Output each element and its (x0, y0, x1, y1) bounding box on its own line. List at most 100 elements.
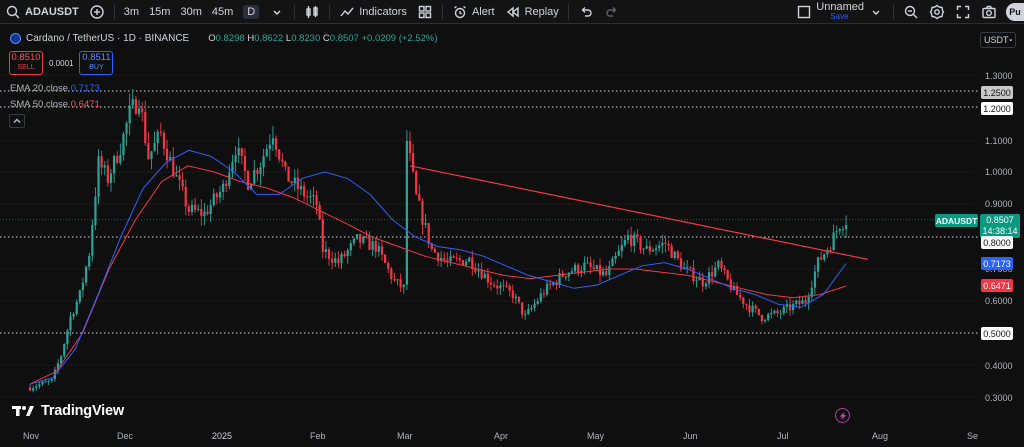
candle-body (159, 131, 162, 133)
symbol-title[interactable]: Cardano / TetherUS · 1D · BINANCE (26, 33, 189, 44)
candle-body (835, 231, 838, 233)
chart-type-button[interactable] (299, 0, 325, 24)
templates-button[interactable] (412, 0, 438, 24)
redo-button[interactable] (599, 0, 625, 24)
toolbar-divider (441, 3, 443, 20)
candle-body (573, 264, 577, 272)
interval-45m[interactable]: 45m (207, 0, 238, 24)
undo-button[interactable] (573, 0, 599, 24)
candle-body (779, 313, 782, 315)
candle-body (306, 196, 309, 198)
candle-body (763, 320, 767, 322)
candle-body (748, 304, 751, 313)
candles-icon (304, 4, 320, 20)
horizontal-line-tag[interactable]: 1.2500 (981, 86, 1013, 99)
candle-body (608, 266, 611, 276)
candle-body (94, 196, 97, 225)
candle-body (489, 282, 493, 285)
snapshot-button[interactable] (976, 0, 1002, 24)
quick-search-button[interactable] (898, 0, 924, 24)
candle-body (243, 156, 247, 172)
horizontal-line-tag[interactable]: 1.2000 (981, 102, 1013, 115)
ohlc-values: O0.8298 H0.8622 L0.8230 C0.8507 +0.0209 … (208, 33, 437, 44)
interval-3m[interactable]: 3m (119, 0, 144, 24)
candle-body (502, 285, 505, 287)
settings-button[interactable] (924, 0, 950, 24)
candle-body (760, 314, 764, 322)
interval-1d[interactable]: D (238, 0, 264, 24)
candle-body (209, 205, 212, 215)
candle-body (393, 279, 396, 281)
lightning-glyph (839, 411, 846, 420)
toolbar-divider (113, 3, 115, 20)
symbol-legend: Cardano / TetherUS · 1D · BINANCE O0.829… (10, 33, 438, 44)
candle-body (508, 285, 511, 291)
time-axis-label: May (587, 431, 605, 441)
candle-body (757, 308, 760, 315)
candle-body (714, 267, 717, 277)
replay-button[interactable]: Replay (500, 0, 564, 24)
candle-body (66, 330, 69, 345)
sma-indicator-legend[interactable]: SMA 50 close 0.6471 (10, 99, 100, 110)
candle-body (421, 200, 424, 225)
symbol-search-button[interactable]: ADAUSDT (0, 0, 84, 24)
candle-body (355, 234, 359, 239)
candle-body (449, 256, 452, 262)
price-chart[interactable] (0, 25, 1024, 447)
tradingview-logo[interactable]: TradingView (12, 403, 124, 419)
indicators-button[interactable]: Indicators (334, 0, 412, 24)
buy-button[interactable]: 0.8511 BUY (79, 51, 114, 75)
layout-name-block: Unnamed Save (816, 1, 864, 22)
candle-body (477, 270, 480, 272)
candle-body (119, 155, 122, 163)
candle-body (290, 181, 293, 184)
ema-indicator-legend[interactable]: EMA 20 close 0.7173 (10, 83, 100, 94)
candle-body (499, 285, 502, 289)
candle-body (331, 258, 334, 263)
candle-body (813, 271, 817, 288)
candle-body (695, 280, 698, 282)
candle-body (287, 166, 290, 182)
chart-pane[interactable] (0, 25, 1024, 447)
currency-selector[interactable]: USDT (980, 32, 1016, 48)
interval-15m[interactable]: 15m (144, 0, 175, 24)
candle-body (664, 242, 667, 244)
candle-body (84, 266, 88, 283)
compare-symbol-button[interactable] (84, 0, 110, 24)
lightning-icon[interactable] (835, 408, 850, 423)
collapse-legend-button[interactable] (9, 114, 25, 128)
publish-button[interactable]: Pu (1006, 3, 1024, 21)
price-axis-label: 1.0000 (985, 167, 1013, 177)
close-value: 0.8507 (329, 33, 359, 44)
horizontal-line-tag[interactable]: 0.5000 (981, 327, 1013, 340)
alert-button[interactable]: Alert (447, 0, 500, 24)
candle-body (268, 144, 271, 150)
candle-body (259, 167, 262, 174)
candle-body (427, 223, 430, 244)
brand-name: TradingView (41, 403, 124, 419)
ema20-line (29, 149, 847, 385)
sma-value: 0.6471 (70, 99, 100, 110)
interval-30m[interactable]: 30m (175, 0, 206, 24)
candle-body (47, 380, 50, 382)
candle-body (711, 272, 714, 277)
time-axis-label: Feb (310, 431, 326, 441)
sell-button[interactable]: 0.8510 SELL (9, 51, 43, 75)
candle-body (165, 148, 169, 161)
layout-menu-button[interactable]: Unnamed Save (791, 0, 889, 24)
candle-body (745, 304, 748, 306)
candle-body (181, 179, 184, 187)
candle-body (549, 283, 552, 285)
time-axis-label: Apr (494, 431, 509, 441)
sma-price-tag: 0.6471 (981, 279, 1013, 292)
open-value: 0.8298 (215, 33, 245, 44)
candle-body (324, 249, 328, 252)
candle-body (128, 105, 131, 124)
interval-dropdown[interactable] (264, 0, 290, 24)
candle-body (838, 229, 841, 232)
fullscreen-button[interactable] (950, 0, 976, 24)
horizontal-line-tag[interactable]: 0.8000 (981, 236, 1013, 249)
candle-body (801, 300, 804, 305)
candle-body (162, 132, 166, 149)
rewind-icon (505, 4, 521, 20)
